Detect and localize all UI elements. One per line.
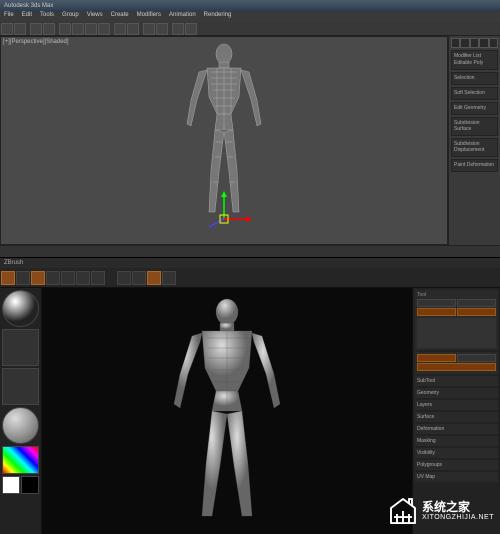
move-button[interactable] xyxy=(72,23,84,35)
modifier-item[interactable]: Editable Poly xyxy=(454,60,495,66)
max-window: Autodesk 3ds Max File Edit Tools Group V… xyxy=(0,0,500,258)
geometry-section[interactable]: Geometry xyxy=(417,390,496,396)
display-tab[interactable] xyxy=(489,38,498,48)
rotate-button[interactable] xyxy=(85,23,97,35)
align-button[interactable] xyxy=(156,23,168,35)
panel-section[interactable]: Selection xyxy=(454,75,495,81)
max-menubar: File Edit Tools Group Views Create Modif… xyxy=(0,12,500,22)
load-tool-button[interactable] xyxy=(417,299,456,307)
unlink-button[interactable] xyxy=(43,23,55,35)
rotate-button[interactable] xyxy=(91,271,105,285)
menu-create[interactable]: Create xyxy=(111,12,129,22)
surface-section[interactable]: Surface xyxy=(417,414,496,420)
motion-tab[interactable] xyxy=(479,38,488,48)
zbrush-window: ZBrush xyxy=(0,258,500,534)
draw-button[interactable] xyxy=(46,271,60,285)
save-as-button[interactable] xyxy=(457,299,496,307)
stroke-icon[interactable] xyxy=(2,329,39,366)
watermark-text-cn: 系统之家 xyxy=(422,501,494,514)
viewport-label[interactable]: [+][Perspective][Shaded] xyxy=(3,39,69,45)
material-editor-button[interactable] xyxy=(172,23,184,35)
masking-section[interactable]: Masking xyxy=(417,438,496,444)
menu-modifiers[interactable]: Modifiers xyxy=(137,12,161,22)
panel-section[interactable]: Edit Geometry xyxy=(454,105,495,111)
scale-button[interactable] xyxy=(76,271,90,285)
create-tab[interactable] xyxy=(451,38,460,48)
max-toolbar xyxy=(0,22,500,36)
mirror-button[interactable] xyxy=(143,23,155,35)
foreground-color[interactable] xyxy=(2,476,20,494)
max-titlebar[interactable]: Autodesk 3ds Max xyxy=(0,0,500,12)
house-logo-icon xyxy=(388,496,418,526)
select-button[interactable] xyxy=(59,23,71,35)
panel-section[interactable]: Subdivision Displacement xyxy=(454,141,495,153)
modify-tab[interactable] xyxy=(460,38,469,48)
max-viewport[interactable]: [+][Perspective][Shaded] xyxy=(0,36,448,245)
command-panel: Modifier List Editable Poly Selection So… xyxy=(448,36,500,245)
menu-edit[interactable]: Edit xyxy=(22,12,32,22)
zb-left-tray xyxy=(0,288,42,534)
link-button[interactable] xyxy=(30,23,42,35)
menu-animation[interactable]: Animation xyxy=(169,12,196,22)
edit-button[interactable] xyxy=(31,271,45,285)
scale-button[interactable] xyxy=(98,23,110,35)
rgb-button[interactable] xyxy=(132,271,146,285)
import-button[interactable] xyxy=(417,308,456,316)
transform-gizmo[interactable] xyxy=(194,189,254,229)
visibility-section[interactable]: Visibility xyxy=(417,450,496,456)
mrgb-button[interactable] xyxy=(117,271,131,285)
menu-tools[interactable]: Tools xyxy=(40,12,54,22)
panel-section[interactable]: Subdivision Surface xyxy=(454,120,495,132)
menu-group[interactable]: Group xyxy=(62,12,79,22)
zb-canvas[interactable] xyxy=(42,288,412,534)
export-button[interactable] xyxy=(457,308,496,316)
material-icon[interactable] xyxy=(2,407,39,444)
zb-title: ZBrush xyxy=(4,260,23,266)
alpha-icon[interactable] xyxy=(2,368,39,405)
menu-views[interactable]: Views xyxy=(87,12,103,22)
max-statusbar xyxy=(0,245,500,257)
human-sculpt-model[interactable] xyxy=(152,296,302,526)
panel-section[interactable]: Paint Deformation xyxy=(454,162,495,168)
layers-section[interactable]: Layers xyxy=(417,402,496,408)
quicksave-button[interactable] xyxy=(16,271,30,285)
hierarchy-tab[interactable] xyxy=(470,38,479,48)
zb-titlebar[interactable]: ZBrush xyxy=(0,258,500,268)
background-color[interactable] xyxy=(21,476,39,494)
panel-section[interactable]: Soft Selection xyxy=(454,90,495,96)
del-lower-button[interactable] xyxy=(457,354,496,362)
watermark-url: XITONGZHIJIA.NET xyxy=(422,514,494,522)
snap-button[interactable] xyxy=(114,23,126,35)
move-button[interactable] xyxy=(61,271,75,285)
angle-snap-button[interactable] xyxy=(127,23,139,35)
zsub-button[interactable] xyxy=(162,271,176,285)
deformation-section[interactable]: Deformation xyxy=(417,426,496,432)
tool-title: Tool xyxy=(417,292,496,298)
redo-button[interactable] xyxy=(14,23,26,35)
menu-file[interactable]: File xyxy=(4,12,14,22)
watermark: 系统之家 XITONGZHIJIA.NET xyxy=(388,496,494,526)
subtool-section[interactable]: SubTool xyxy=(417,378,496,384)
uvmap-section[interactable]: UV Map xyxy=(417,474,496,480)
render-button[interactable] xyxy=(185,23,197,35)
undo-button[interactable] xyxy=(1,23,13,35)
lightbox-button[interactable] xyxy=(1,271,15,285)
brush-icon[interactable] xyxy=(2,290,39,327)
polygroups-section[interactable]: Polygroups xyxy=(417,462,496,468)
modifier-list[interactable]: Modifier List Editable Poly xyxy=(451,50,498,70)
dynamesh-button[interactable] xyxy=(417,363,496,371)
zadd-button[interactable] xyxy=(147,271,161,285)
tool-thumbnail[interactable] xyxy=(417,318,496,348)
menu-rendering[interactable]: Rendering xyxy=(204,12,232,22)
zb-toolbar xyxy=(0,268,500,288)
divide-button[interactable] xyxy=(417,354,456,362)
modifier-title: Modifier List xyxy=(454,53,495,59)
max-title: Autodesk 3ds Max xyxy=(4,3,53,9)
color-picker[interactable] xyxy=(2,446,39,474)
